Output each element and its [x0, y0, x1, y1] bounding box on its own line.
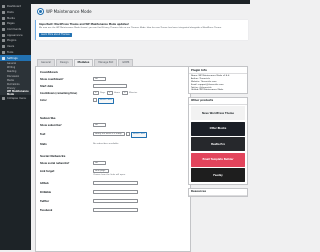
show-countdown-select[interactable]: No	[93, 77, 106, 81]
collapse-icon	[2, 96, 5, 100]
sidebar-item-label: Users	[7, 45, 15, 49]
update-notice: Important: WordPress Theme and WP Mainte…	[35, 20, 248, 40]
product-thumb[interactable]: Hestia Pro	[191, 137, 245, 152]
collapse-label: Collapse menu	[7, 96, 27, 100]
show-countdown-label: Show countdown?	[40, 78, 64, 81]
product-thumb[interactable]: Neve WordPress Theme	[191, 106, 245, 121]
subscribe-color-swatch[interactable]	[126, 132, 130, 136]
other-products-box: Other products Neve WordPress Theme Otte…	[188, 96, 248, 185]
start-date-label: Start date	[40, 85, 54, 88]
countdown-color-label: Color	[40, 99, 47, 102]
subscribe-text-input[interactable]: Notify me when it's ready	[93, 132, 125, 136]
facebook-label: Facebook	[40, 209, 53, 212]
sidebar-item-label: Media	[7, 16, 15, 20]
minutes-unit: Minutes	[129, 91, 138, 94]
stats-label: Stats	[40, 143, 47, 146]
sidebar-item-label: Plugins	[7, 39, 17, 43]
resources-box: Resources	[188, 187, 248, 197]
notice-body: We now use the WP Maintenance Mode theme…	[39, 27, 222, 29]
subscribe-select-color-button[interactable]: Select Color	[130, 132, 147, 138]
right-sidebar: Plugin Info Name: WP Maintenance Mode v2…	[188, 66, 248, 200]
posts-icon	[2, 11, 5, 15]
countdown-color-swatch[interactable]	[93, 98, 97, 102]
github-input[interactable]	[93, 181, 138, 185]
dribbble-label: Dribbble	[40, 191, 52, 194]
sidebar-item-label: Tools	[7, 50, 14, 54]
main-content: WP Maintenance Mode Important: WordPress…	[31, 4, 250, 252]
sidebar-item-label: Appearance	[7, 33, 23, 37]
stats-value: No subscribers available.	[93, 143, 120, 145]
sidebar-item-label: Comments	[7, 28, 22, 32]
modules-panel: Countdown Show countdown? No Start date …	[35, 66, 191, 252]
product-thumb[interactable]: Feedzy	[191, 168, 245, 183]
minutes-input[interactable]: 0	[122, 91, 128, 95]
days-unit: Days	[100, 91, 106, 94]
days-input[interactable]: 0	[93, 91, 99, 95]
sidebar-item-label: Posts	[7, 11, 14, 15]
plugin-info-row[interactable]: GitHub: WP Maintenance Mode	[189, 89, 247, 92]
hours-input[interactable]: 1	[107, 91, 113, 95]
learn-more-button[interactable]: Learn More about Themes	[39, 33, 72, 37]
collapse-menu-button[interactable]: Collapse menu	[0, 95, 31, 101]
product-thumb[interactable]: Email Template Builder	[191, 152, 245, 167]
page-title-text: WP Maintenance Mode	[46, 9, 92, 14]
sidebar-item-label: Pages	[7, 22, 15, 26]
subscribe-text-label: Text	[40, 133, 46, 136]
twitter-label: Twitter	[40, 200, 50, 203]
subscribe-heading: Subscribe	[40, 116, 56, 120]
notice-title: Important: WordPress Theme and WP Mainte…	[39, 23, 129, 26]
media-icon	[2, 16, 5, 20]
sidebar-item-label: Dashboard	[7, 5, 22, 9]
settings-submenu: General Writing Reading Discussion Media Perm…	[0, 60, 31, 96]
page-title: WP Maintenance Mode	[37, 8, 92, 15]
resources-heading: Resources	[189, 189, 247, 196]
plugin-logo-icon	[37, 8, 44, 15]
countdown-heading: Countdown	[40, 70, 58, 74]
hours-unit: Hours	[114, 91, 121, 94]
users-icon	[2, 45, 5, 49]
appearance-icon	[2, 33, 5, 37]
link-target-label: Link target	[40, 170, 55, 173]
plugins-icon	[2, 39, 5, 43]
sidebar-item-label: Settings	[7, 56, 18, 60]
submenu-item-wp-maintenance-mode[interactable]: WP Maintenance Mode	[0, 90, 31, 96]
comments-icon	[2, 28, 5, 32]
github-label: Github	[40, 182, 49, 185]
dashboard-icon	[2, 5, 5, 9]
settings-icon	[2, 56, 5, 60]
show-social-select[interactable]: No	[93, 161, 106, 165]
admin-sidebar: Dashboard Posts Media Pages Comments Appearan…	[0, 4, 31, 250]
show-social-label: Show social networks?	[40, 162, 70, 165]
tools-icon	[2, 50, 5, 54]
facebook-input[interactable]	[93, 208, 138, 212]
show-subscribe-select[interactable]: No	[93, 123, 106, 127]
countdown-select-color-button[interactable]: Select Color	[97, 98, 114, 104]
product-thumb[interactable]: Otter Blocks	[191, 121, 245, 136]
link-target-desc: Choose how the links will open.	[93, 173, 126, 176]
dribbble-input[interactable]	[93, 190, 138, 194]
pages-icon	[2, 22, 5, 26]
show-subscribe-label: Show subscribe?	[40, 124, 62, 127]
social-heading: Social Networks	[40, 154, 66, 158]
start-date-input[interactable]	[93, 84, 127, 88]
countdown-remaining-label: Countdown (remaining time)	[40, 92, 78, 95]
plugin-info-heading: Plugin Info	[189, 67, 247, 74]
link-target-select[interactable]: New page	[93, 169, 109, 173]
twitter-input[interactable]	[93, 199, 138, 203]
plugin-info-box: Plugin Info Name: WP Maintenance Mode v2…	[188, 66, 248, 94]
other-products-heading: Other products	[189, 98, 247, 105]
